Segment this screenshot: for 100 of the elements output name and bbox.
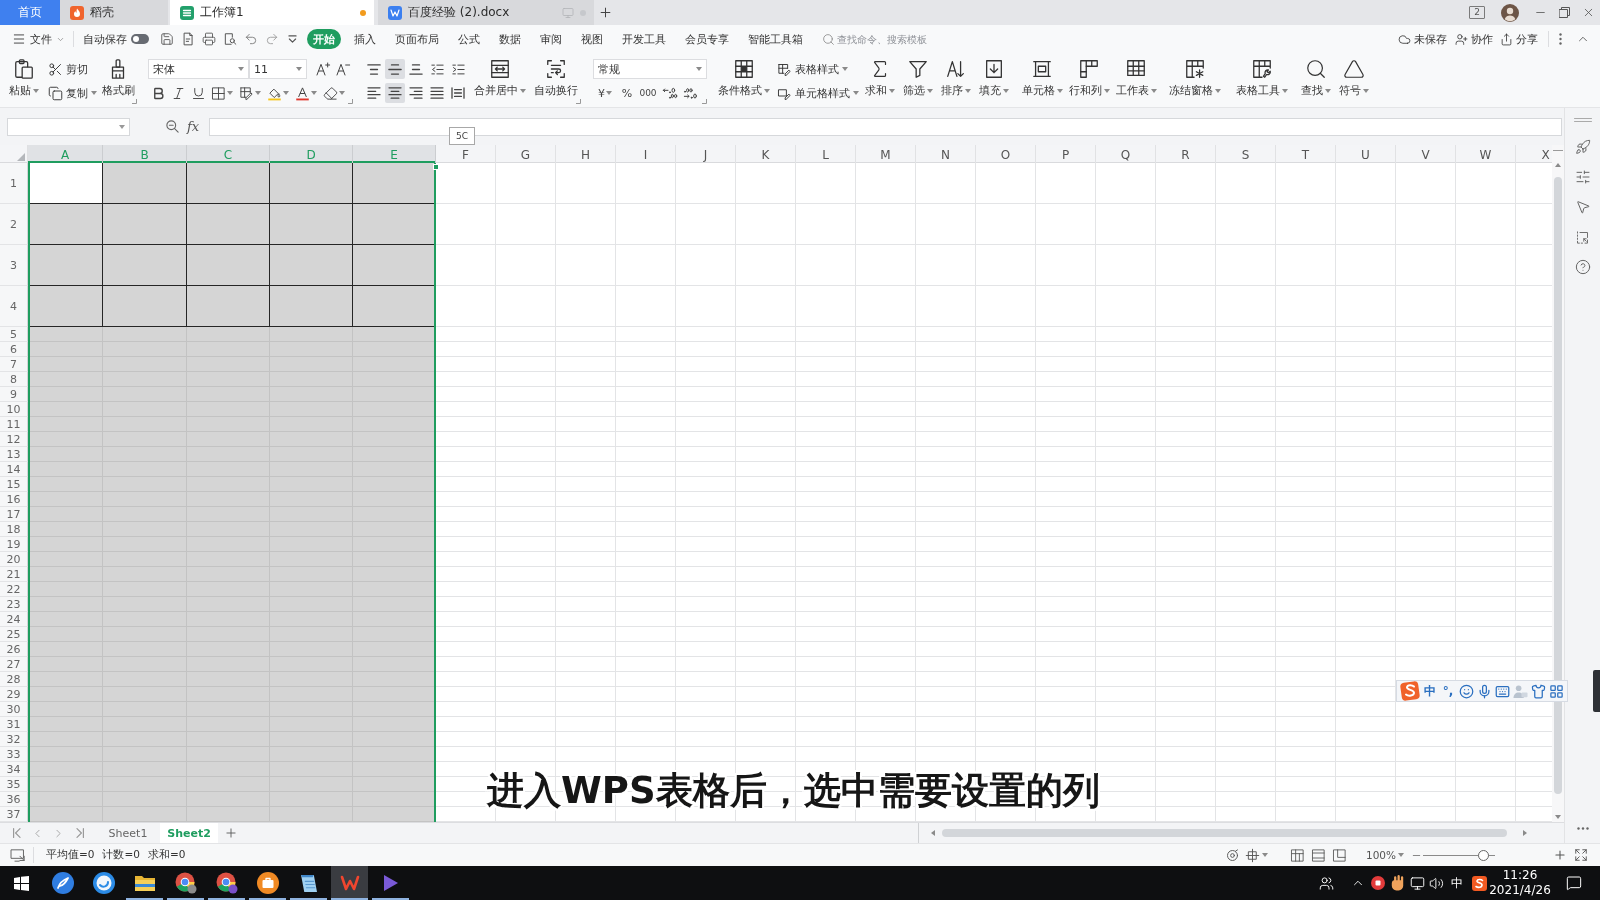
row-header[interactable]: 1 [0, 163, 28, 204]
row-header[interactable]: 29 [0, 687, 28, 702]
tab-count-button[interactable]: 2 [1469, 6, 1485, 19]
table-cell[interactable] [103, 286, 187, 327]
toolbox-button[interactable] [1548, 682, 1564, 700]
sheet-tab[interactable]: Sheet2 [160, 823, 218, 843]
cell-button[interactable]: 单元格 [1020, 55, 1064, 103]
ribbon-tab[interactable]: 审阅 [534, 29, 568, 49]
fill-button[interactable]: 填充 [976, 55, 1012, 103]
symbol-button[interactable]: 符号 [1336, 55, 1372, 103]
column-header[interactable]: W [1456, 145, 1516, 163]
table-style-button[interactable]: 表格样式 [775, 59, 861, 79]
punctuation-button[interactable]: °, [1440, 682, 1456, 700]
column-header[interactable]: O [976, 145, 1036, 163]
freeze-panes-button[interactable]: 冻结窗格 [1167, 55, 1223, 103]
emoji-button[interactable] [1458, 682, 1474, 700]
table-cell[interactable] [103, 245, 187, 286]
row-header[interactable]: 11 [0, 417, 28, 432]
row-header[interactable]: 4 [0, 286, 28, 327]
row-header[interactable]: 23 [0, 597, 28, 612]
home-tab[interactable]: 首页 [0, 0, 60, 25]
input-mode-button[interactable]: 中 [1446, 866, 1468, 900]
copy-button[interactable]: 复制 [46, 83, 99, 103]
sort-button[interactable]: 排序 [938, 55, 974, 103]
column-header[interactable]: L [796, 145, 856, 163]
row-header[interactable]: 21 [0, 567, 28, 582]
table-cell[interactable] [187, 286, 270, 327]
clock-button[interactable]: 11:26 2021/4/26 [1490, 866, 1550, 900]
cell-style-button[interactable]: 单元格样式 [775, 83, 861, 103]
skin-button[interactable] [1530, 682, 1546, 700]
row-header[interactable]: 37 [0, 807, 28, 822]
sum-button[interactable]: 求和 [862, 55, 898, 103]
name-box-field[interactable] [7, 117, 130, 136]
row-header[interactable]: 6 [0, 342, 28, 357]
table-cell[interactable] [270, 204, 353, 245]
column-header[interactable]: X [1516, 145, 1552, 163]
ribbon-tab[interactable]: 智能工具箱 [742, 29, 809, 49]
find-button[interactable]: 查找 [1298, 55, 1334, 103]
row-header[interactable]: 16 [0, 492, 28, 507]
row-header[interactable]: 35 [0, 777, 28, 792]
row-header[interactable]: 9 [0, 387, 28, 402]
row-header[interactable]: 31 [0, 717, 28, 732]
conditional-format-button[interactable]: 条件格式 [715, 55, 773, 103]
voice-button[interactable] [1476, 682, 1492, 700]
row-header[interactable]: 14 [0, 462, 28, 477]
fill-handle[interactable] [433, 164, 439, 170]
row-header[interactable]: 30 [0, 702, 28, 717]
row-header[interactable]: 36 [0, 792, 28, 807]
ribbon-tab[interactable]: 视图 [575, 29, 609, 49]
column-header[interactable]: Q [1096, 145, 1156, 163]
row-header[interactable]: 18 [0, 522, 28, 537]
row-header[interactable]: 17 [0, 507, 28, 522]
sheet-tab[interactable]: Sheet1 [98, 823, 158, 843]
row-header[interactable]: 28 [0, 672, 28, 687]
column-header[interactable]: V [1396, 145, 1456, 163]
ribbon-tab[interactable]: 数据 [493, 29, 527, 49]
row-header[interactable]: 26 [0, 642, 28, 657]
zoom-slider[interactable] [1423, 849, 1495, 861]
ribbon-tab[interactable]: 会员专享 [679, 29, 735, 49]
active-cell[interactable] [28, 163, 103, 204]
row-header[interactable]: 12 [0, 432, 28, 447]
row-header[interactable]: 19 [0, 537, 28, 552]
table-cell[interactable] [28, 245, 103, 286]
scrollbar-thumb[interactable] [1554, 177, 1562, 794]
column-header[interactable]: S [1216, 145, 1276, 163]
merge-center-button[interactable]: 合并居中 [472, 55, 528, 103]
save-status-button[interactable]: 未保存 [1398, 31, 1447, 47]
number-format-select[interactable]: 常规 [593, 59, 707, 79]
ribbon-tab[interactable]: 页面布局 [389, 29, 445, 49]
percent-button[interactable]: % [617, 83, 637, 103]
column-header[interactable]: I [616, 145, 676, 163]
language-mode-button[interactable]: 中 [1422, 682, 1438, 700]
row-header[interactable]: 15 [0, 477, 28, 492]
horizontal-align-button[interactable] [385, 83, 405, 103]
column-header[interactable]: P [1036, 145, 1096, 163]
scrollbar-thumb[interactable] [942, 829, 1507, 837]
row-header[interactable]: 27 [0, 657, 28, 672]
row-header[interactable]: 3 [0, 245, 28, 286]
table-cell[interactable] [187, 204, 270, 245]
table-cell[interactable] [187, 163, 270, 204]
table-cell[interactable] [103, 163, 187, 204]
vertical-align-button[interactable] [385, 59, 405, 79]
column-header[interactable]: R [1156, 145, 1216, 163]
table-tools-button[interactable]: 表格工具 [1234, 55, 1290, 103]
insert-function-button[interactable]: fx [184, 119, 202, 134]
row-header[interactable]: 33 [0, 747, 28, 762]
column-header[interactable]: N [916, 145, 976, 163]
row-header[interactable]: 7 [0, 357, 28, 372]
row-header[interactable]: 8 [0, 372, 28, 387]
row-header[interactable]: 22 [0, 582, 28, 597]
column-header[interactable]: M [856, 145, 916, 163]
filter-button[interactable]: 筛选 [900, 55, 936, 103]
row-header[interactable]: 10 [0, 402, 28, 417]
side-handle[interactable] [1593, 670, 1600, 712]
table-cell[interactable] [270, 245, 353, 286]
share-button[interactable]: 分享 [1500, 31, 1538, 47]
wrap-text-button[interactable]: 自动换行 [531, 55, 581, 103]
column-header[interactable]: K [736, 145, 796, 163]
search-field[interactable]: 查找命令、搜索模板 [837, 33, 941, 45]
slider-thumb[interactable] [1477, 849, 1489, 861]
